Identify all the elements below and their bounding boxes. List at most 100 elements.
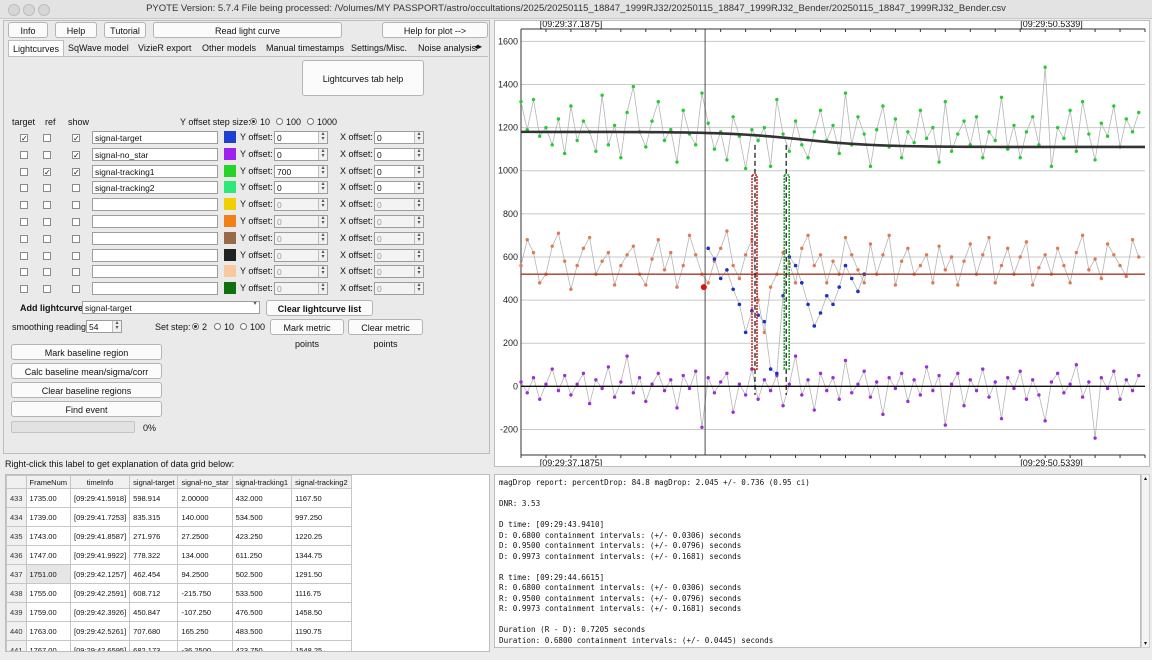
add-lightcurve-select[interactable]: signal-target ▾	[82, 301, 260, 314]
grid-cell[interactable]: [09:29:41.7253]	[70, 507, 131, 527]
grid-cell[interactable]: 432.000	[231, 488, 293, 508]
ref-checkbox[interactable]: ✓	[43, 167, 51, 176]
grid-cell[interactable]: 1763.00	[25, 621, 72, 641]
grid-cell[interactable]: 483.500	[231, 621, 293, 641]
row-index[interactable]: 433	[6, 488, 27, 508]
grid-cell[interactable]: [09:29:42.5261]	[70, 621, 131, 641]
stepper-arrows-icon[interactable]: ▴ ▾	[414, 131, 423, 143]
y-offset-input[interactable]: 0 ▴ ▾	[274, 181, 328, 195]
target-checkbox[interactable]	[20, 234, 28, 243]
grid-cell[interactable]: 611.250	[231, 545, 293, 565]
info-button[interactable]: Info	[8, 22, 48, 38]
grid-column-header[interactable]: signal-no_star	[177, 475, 233, 489]
ref-checkbox[interactable]	[43, 218, 51, 226]
grid-cell[interactable]: 598.914	[129, 488, 179, 508]
show-checkbox[interactable]: ✓	[72, 134, 80, 143]
grid-cell[interactable]: 1743.00	[25, 526, 72, 546]
grid-cell[interactable]: 1751.00	[25, 564, 72, 584]
curve-name-field[interactable]: signal-target	[92, 131, 218, 144]
ref-checkbox[interactable]	[43, 268, 51, 277]
grid-cell[interactable]: 1116.75	[291, 583, 352, 603]
grid-cell[interactable]: 462.454	[129, 564, 179, 584]
grid-cell[interactable]: 1548.25	[291, 640, 352, 651]
help-button[interactable]: Help	[55, 22, 97, 38]
grid-cell[interactable]: -215.750	[177, 583, 233, 603]
curve-color-swatch[interactable]	[224, 198, 236, 211]
find-event-button[interactable]: Find event	[11, 401, 162, 417]
curve-color-swatch[interactable]	[224, 248, 236, 261]
grid-cell[interactable]: 1220.25	[291, 526, 352, 546]
curve-color-swatch[interactable]	[224, 282, 236, 295]
stepper-arrows-icon[interactable]: ▴ ▾	[318, 265, 327, 278]
grid-cell[interactable]: 27.2500	[177, 526, 233, 546]
stepper-arrows-icon[interactable]: ▴ ▾	[414, 181, 423, 194]
scroll-up-icon[interactable]: ▴	[1142, 475, 1149, 482]
grid-cell[interactable]: 997.250	[291, 507, 352, 527]
stepper-arrows-icon[interactable]: ▴ ▾	[318, 165, 327, 177]
data-grid[interactable]: FrameNum timeInfo signal-target signal-no_s…	[5, 474, 490, 652]
stepper-arrows-icon[interactable]: ▴ ▾	[318, 131, 327, 143]
target-checkbox[interactable]	[20, 251, 28, 260]
curve-name-field[interactable]: signal-tracking1	[92, 164, 218, 178]
grid-column-header[interactable]: signal-tracking2	[291, 475, 352, 489]
curve-name-field[interactable]	[92, 265, 218, 279]
target-checkbox[interactable]	[20, 218, 28, 226]
row-index[interactable]: 439	[6, 602, 27, 622]
x-offset-input[interactable]: 0 ▴ ▾	[374, 215, 424, 228]
grid-cell[interactable]: 1167.50	[291, 488, 352, 508]
row-index[interactable]: 435	[6, 526, 27, 546]
show-checkbox[interactable]	[72, 201, 80, 210]
ref-checkbox[interactable]	[43, 285, 51, 294]
grid-cell[interactable]: [09:29:42.3926]	[70, 602, 131, 622]
curve-color-swatch[interactable]	[224, 231, 236, 244]
y-offset-input[interactable]: 0 ▴ ▾	[274, 282, 328, 296]
grid-cell[interactable]: 271.976	[129, 526, 179, 546]
x-offset-input[interactable]: 0 ▴ ▾	[374, 231, 424, 245]
stepper-arrows-icon[interactable]: ▴ ▾	[414, 265, 423, 278]
x-offset-input[interactable]: 0 ▴ ▾	[374, 147, 424, 161]
grid-column-header[interactable]: signal-tracking1	[231, 475, 293, 489]
grid-cell[interactable]: 1739.00	[25, 507, 72, 527]
data-grid-hint-label[interactable]: Right-click this label to get explanatio…	[5, 459, 234, 469]
curve-name-field[interactable]: signal-no_star	[92, 147, 218, 161]
table-row[interactable]: 439 1759.00 [09:29:42.3926] 450.847 -107.250…	[6, 602, 352, 622]
set-step-100-radio[interactable]	[240, 323, 247, 330]
show-checkbox[interactable]	[72, 285, 80, 294]
grid-cell[interactable]: [09:29:42.2591]	[70, 583, 131, 603]
ref-checkbox[interactable]	[43, 134, 51, 142]
grid-cell[interactable]: 165.250	[177, 621, 233, 641]
grid-cell[interactable]: -36.2500	[177, 640, 233, 651]
ref-checkbox[interactable]	[43, 234, 51, 243]
tab-manual-timestamps[interactable]: Manual timestamps	[262, 40, 348, 56]
curve-name-field[interactable]	[92, 248, 218, 262]
report-scrollbar[interactable]: ▴ ▾	[1141, 474, 1150, 648]
tab-vizier-export[interactable]: VizieR export	[134, 40, 195, 56]
stepper-arrows-icon[interactable]: ▴ ▾	[318, 249, 327, 261]
help-for-plot-button[interactable]: Help for plot -->	[382, 22, 488, 38]
ref-checkbox[interactable]	[43, 184, 51, 193]
stepper-arrows-icon[interactable]: ▴ ▾	[318, 148, 327, 160]
tab-lightcurves[interactable]: Lightcurves	[8, 40, 65, 57]
grid-cell[interactable]: 682.173	[129, 640, 179, 651]
row-index[interactable]: 438	[6, 583, 27, 603]
tab-other-models[interactable]: Other models	[198, 40, 260, 56]
grid-cell[interactable]: 423.750	[231, 640, 293, 651]
x-offset-input[interactable]: 0 ▴ ▾	[374, 282, 424, 296]
grid-cell[interactable]: 1747.00	[25, 545, 72, 565]
y-offset-input[interactable]: 0 ▴ ▾	[274, 248, 328, 262]
grid-cell[interactable]: 423.250	[231, 526, 293, 546]
curve-color-swatch[interactable]	[224, 181, 236, 194]
ref-checkbox[interactable]	[43, 201, 51, 210]
grid-cell[interactable]: 533.500	[231, 583, 293, 603]
grid-cell[interactable]: 1735.00	[25, 488, 72, 508]
stepper-arrows-icon[interactable]: ▴ ▾	[318, 215, 327, 227]
grid-column-header[interactable]: signal-target	[129, 475, 179, 489]
grid-cell[interactable]: [09:29:41.5918]	[70, 488, 131, 508]
stepper-arrows-icon[interactable]: ▴ ▾	[414, 165, 423, 177]
stepper-arrows-icon[interactable]: ▴ ▾	[318, 232, 327, 244]
stepper-arrows-icon[interactable]: ▴ ▾	[414, 215, 423, 227]
lightcurves-tab-help-button[interactable]: Lightcurves tab help	[302, 60, 424, 96]
grid-cell[interactable]: [09:29:42.1257]	[70, 564, 131, 584]
table-row[interactable]: 438 1755.00 [09:29:42.2591] 608.712 -215.750…	[6, 583, 352, 603]
target-checkbox[interactable]: ✓	[20, 134, 28, 143]
